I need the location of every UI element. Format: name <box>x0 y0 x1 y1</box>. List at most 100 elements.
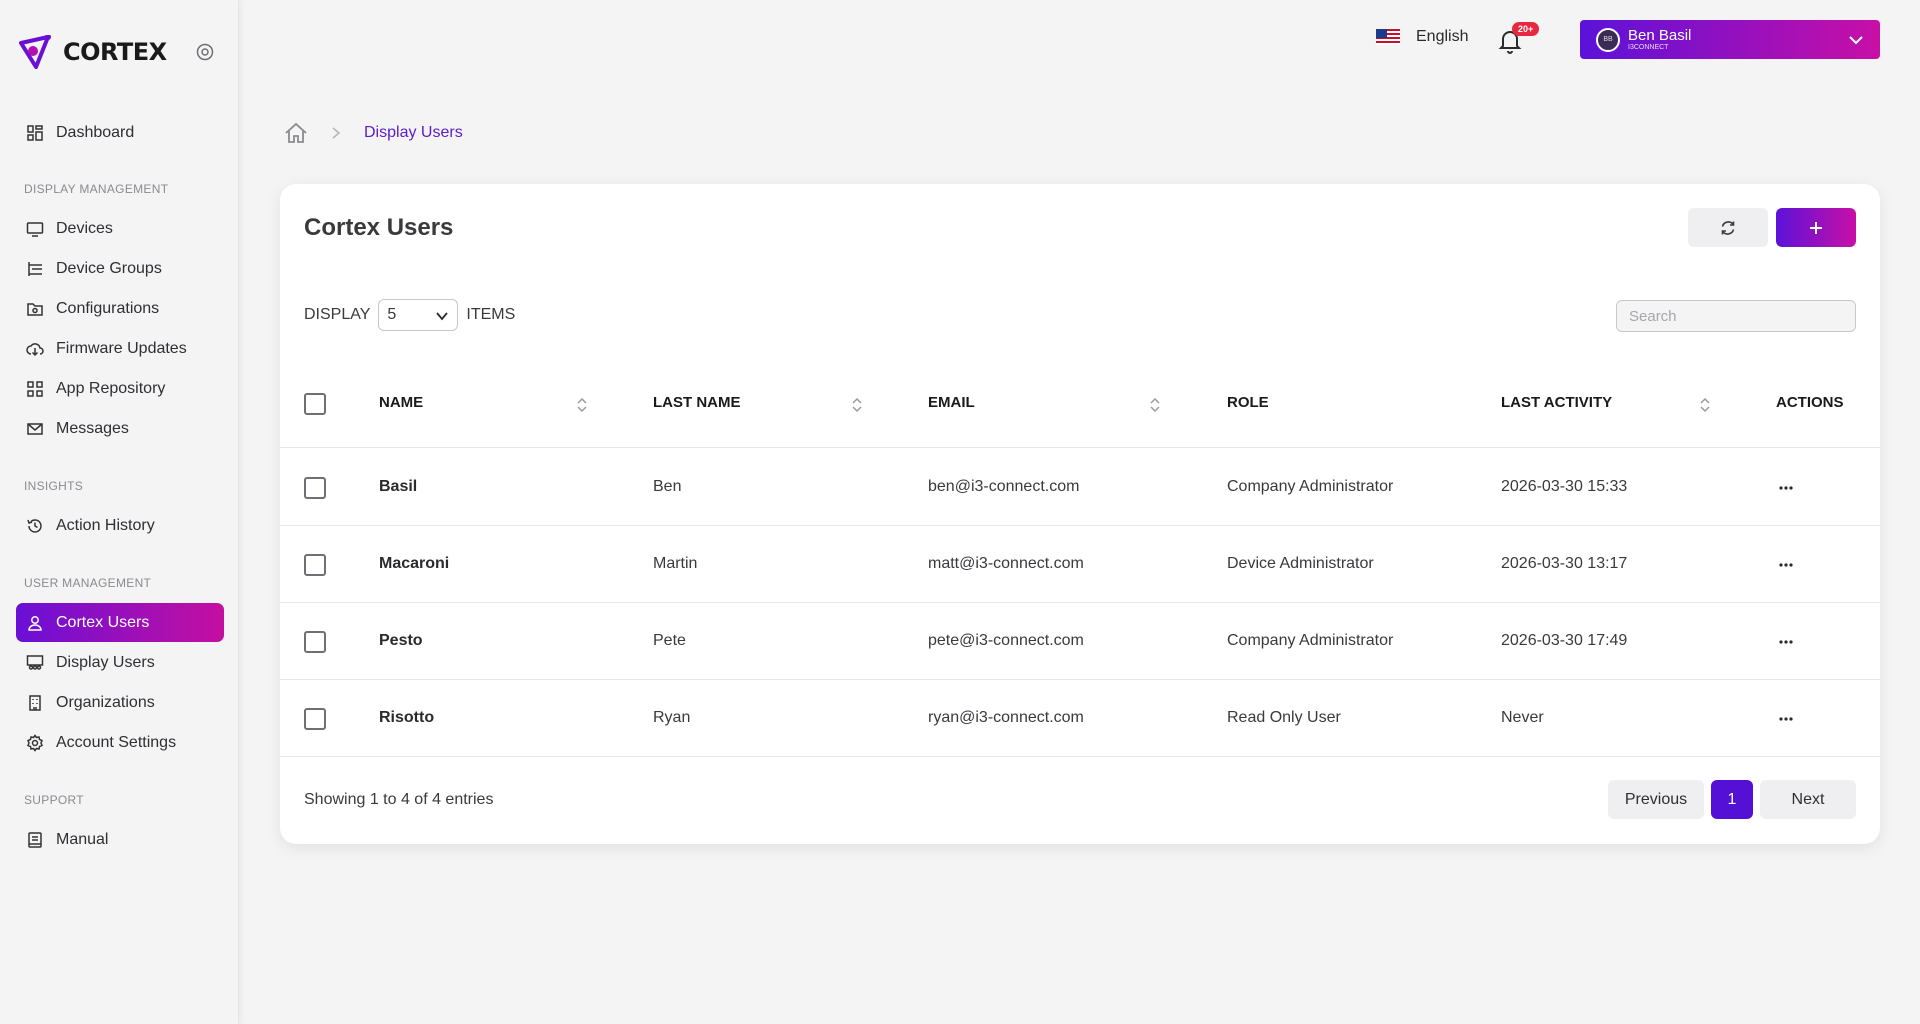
sidebar-item-display-users[interactable]: Display Users <box>16 643 224 682</box>
sidebar-item-label: Manual <box>56 830 109 848</box>
user-icon <box>28 615 42 631</box>
cell-last-name: Pete <box>653 632 686 649</box>
us-flag-icon <box>1376 29 1400 45</box>
column-header-name[interactable]: NAME <box>379 394 423 411</box>
brand[interactable]: CORTEX <box>19 35 167 69</box>
cell-name: Risotto <box>379 709 435 726</box>
sidebar-item-devices[interactable]: Devices <box>16 209 224 248</box>
building-icon <box>29 694 41 711</box>
sidebar-item-cortex-users[interactable]: Cortex Users <box>16 603 224 642</box>
cell-last-activity: Never <box>1501 709 1544 726</box>
page-title: Cortex Users <box>304 214 454 241</box>
home-icon[interactable] <box>284 122 308 144</box>
users-card: Cortex Users DISPLAY 5 ITEMS NAME LAST N… <box>280 184 1880 844</box>
sidebar-item-label: Display Users <box>56 653 155 671</box>
items-label: ITEMS <box>466 306 516 323</box>
cell-role: Device Administrator <box>1227 555 1374 572</box>
sidebar-item-organizations[interactable]: Organizations <box>16 683 224 722</box>
sidebar-toggle-icon[interactable] <box>196 43 214 61</box>
column-header-last-activity[interactable]: LAST ACTIVITY <box>1501 394 1612 411</box>
chevron-down-icon <box>436 312 449 321</box>
previous-page-button[interactable]: Previous <box>1608 780 1704 819</box>
chevron-right-icon <box>332 127 341 139</box>
cell-last-activity: 2026-03-30 17:49 <box>1501 632 1628 649</box>
row-checkbox[interactable] <box>304 554 326 576</box>
language-selector[interactable]: English <box>1376 28 1468 46</box>
display-users-icon <box>26 654 44 670</box>
sidebar-item-label: Device Groups <box>56 259 162 277</box>
dashboard-icon <box>27 124 43 141</box>
sidebar: CORTEX Dashboard DISPLAY MANAGEMENT Devi… <box>0 0 239 1024</box>
brand-name: CORTEX <box>63 38 167 66</box>
refresh-button[interactable] <box>1688 208 1768 247</box>
cell-name: Macaroni <box>379 555 450 572</box>
sidebar-section-support: SUPPORT <box>24 793 84 807</box>
sidebar-item-firmware-updates[interactable]: Firmware Updates <box>16 329 224 368</box>
next-page-button[interactable]: Next <box>1760 780 1856 819</box>
sidebar-item-label: Organizations <box>56 693 155 711</box>
sort-icon[interactable] <box>1148 395 1162 415</box>
sort-icon[interactable] <box>1698 395 1712 415</box>
row-checkbox[interactable] <box>304 631 326 653</box>
more-actions-icon[interactable] <box>1776 555 1796 575</box>
sidebar-item-label: Firmware Updates <box>56 339 187 357</box>
more-actions-icon[interactable] <box>1776 632 1796 652</box>
more-actions-icon[interactable] <box>1776 478 1796 498</box>
more-actions-icon[interactable] <box>1776 709 1796 729</box>
user-menu-button[interactable]: BB Ben Basil I3CONNECT <box>1580 20 1880 59</box>
cell-last-activity: 2026-03-30 15:33 <box>1501 478 1628 495</box>
breadcrumb-current[interactable]: Display Users <box>364 124 463 142</box>
sidebar-item-messages[interactable]: Messages <box>16 409 224 448</box>
history-icon <box>27 518 42 533</box>
select-all-checkbox[interactable] <box>304 393 326 415</box>
entries-summary: Showing 1 to 4 of 4 entries <box>304 791 494 808</box>
notification-badge: 20+ <box>1512 22 1540 36</box>
refresh-icon <box>1721 220 1735 235</box>
sidebar-item-label: App Repository <box>56 379 166 397</box>
cell-last-activity: 2026-03-30 13:17 <box>1501 555 1628 572</box>
column-header-last-name[interactable]: LAST NAME <box>653 394 741 411</box>
language-label: English <box>1416 28 1469 45</box>
column-header-email[interactable]: EMAIL <box>928 394 975 411</box>
sidebar-item-label: Configurations <box>56 299 160 317</box>
cell-email: pete@i3-connect.com <box>928 632 1084 649</box>
sidebar-item-label: Action History <box>56 516 155 534</box>
user-org: I3CONNECT <box>1628 44 1669 51</box>
page-number-button[interactable]: 1 <box>1711 780 1753 819</box>
cell-name: Basil <box>379 478 418 495</box>
sidebar-item-label: Messages <box>56 419 129 437</box>
sidebar-item-device-groups[interactable]: Device Groups <box>16 249 224 288</box>
sidebar-item-manual[interactable]: Manual <box>16 820 224 859</box>
cloud-download-icon <box>26 342 44 356</box>
table-row[interactable]: Macaroni Martin matt@i3-connect.com Devi… <box>280 526 1880 603</box>
sidebar-item-account-settings[interactable]: Account Settings <box>16 723 224 762</box>
row-checkbox[interactable] <box>304 708 326 730</box>
sidebar-item-action-history[interactable]: Action History <box>16 506 224 545</box>
hierarchy-icon <box>28 261 42 276</box>
sidebar-item-dashboard[interactable]: Dashboard <box>16 113 224 152</box>
table-header <box>280 364 1880 448</box>
apps-grid-icon <box>27 380 43 397</box>
row-checkbox[interactable] <box>304 477 326 499</box>
sidebar-item-configurations[interactable]: Configurations <box>16 289 224 328</box>
sort-icon[interactable] <box>850 395 864 415</box>
table-row[interactable]: Pesto Pete pete@i3-connect.com Company A… <box>280 603 1880 680</box>
search-input[interactable] <box>1616 300 1856 332</box>
sidebar-item-label: Dashboard <box>56 123 135 141</box>
table-row[interactable]: Basil Ben ben@i3-connect.com Company Adm… <box>280 449 1880 526</box>
page-size-select[interactable]: 5 <box>378 299 459 331</box>
cell-last-name: Ben <box>653 478 682 495</box>
cell-email: matt@i3-connect.com <box>928 555 1084 572</box>
envelope-icon <box>27 422 43 435</box>
cell-role: Company Administrator <box>1227 632 1394 649</box>
sidebar-item-app-repository[interactable]: App Repository <box>16 369 224 408</box>
cell-name: Pesto <box>379 632 423 649</box>
sidebar-section-display-management: DISPLAY MANAGEMENT <box>24 182 169 196</box>
add-user-button[interactable] <box>1776 208 1856 247</box>
table-row[interactable]: Risotto Ryan ryan@i3-connect.com Read On… <box>280 680 1880 757</box>
sidebar-item-label: Account Settings <box>56 733 177 751</box>
column-header-role: ROLE <box>1227 394 1269 411</box>
cell-email: ryan@i3-connect.com <box>928 709 1084 726</box>
breadcrumb: Display Users <box>284 122 463 144</box>
sort-icon[interactable] <box>575 395 589 415</box>
